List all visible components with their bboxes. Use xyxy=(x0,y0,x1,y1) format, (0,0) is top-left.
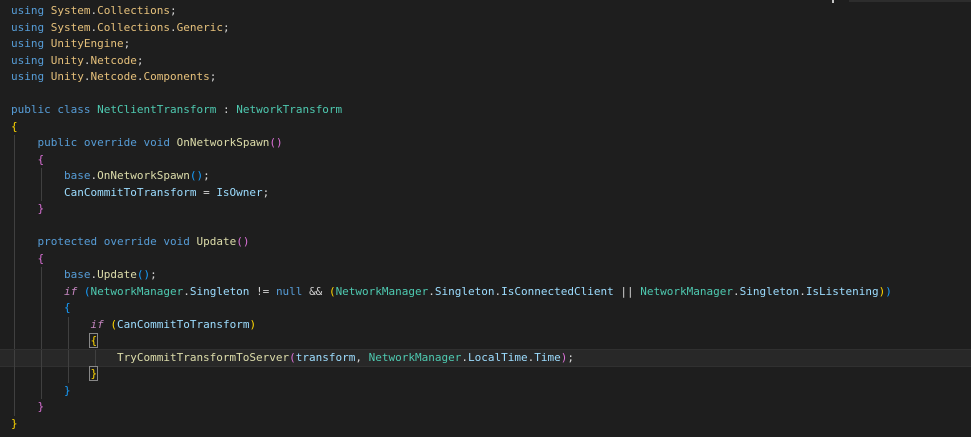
operator: != xyxy=(256,284,270,298)
code-line[interactable]: if (NetworkManager.Singleton != null && … xyxy=(11,283,971,300)
code-line[interactable] xyxy=(11,86,971,103)
code-line[interactable]: using System.Collections.Generic; xyxy=(11,20,971,37)
code-line[interactable]: { xyxy=(11,300,971,317)
type-name: NetworkManager xyxy=(640,284,733,298)
keyword: void xyxy=(143,136,170,149)
code-line[interactable]: if (CanCommitToTransform) xyxy=(11,316,971,333)
keyword: override xyxy=(103,235,157,248)
close-brace: } xyxy=(63,383,71,397)
namespace: Netcode xyxy=(90,53,137,67)
method-call: Update xyxy=(97,268,137,281)
open-brace: { xyxy=(89,333,99,348)
namespace: System xyxy=(50,4,91,17)
keyword: using xyxy=(11,70,45,83)
method-name: Update xyxy=(196,235,237,248)
keyword: base xyxy=(63,268,91,281)
keyword: protected xyxy=(37,235,98,248)
class-name: NetClientTransform xyxy=(97,103,217,116)
namespace: Collections xyxy=(97,20,170,34)
code-line[interactable]: using Unity.Netcode.Components; xyxy=(11,69,971,86)
code-line[interactable]: } xyxy=(11,382,971,399)
method-name: OnNetworkSpawn xyxy=(176,136,270,149)
namespace: Unity xyxy=(50,70,84,83)
code-lines[interactable]: using System.Collections; using System.C… xyxy=(0,3,971,433)
keyword: base xyxy=(63,169,91,182)
code-line[interactable]: base.Update(); xyxy=(11,267,971,284)
namespace: System xyxy=(50,20,91,34)
keyword: void xyxy=(163,235,190,248)
code-line[interactable]: protected override void Update() xyxy=(11,234,971,251)
keyword: null xyxy=(275,284,303,298)
property: Singleton xyxy=(434,284,495,298)
code-line[interactable]: public override void OnNetworkSpawn() xyxy=(11,135,971,152)
method-call: OnNetworkSpawn xyxy=(97,169,190,182)
code-line[interactable]: using UnityEngine; xyxy=(11,36,971,53)
property: LocalTime xyxy=(467,350,528,364)
code-line[interactable] xyxy=(11,217,971,234)
namespace: Components xyxy=(143,70,210,83)
base-class-name: NetworkTransform xyxy=(236,103,343,116)
property: Singleton xyxy=(739,284,800,298)
keyword: if xyxy=(63,284,78,298)
property: Singleton xyxy=(189,284,250,298)
namespace: Unity xyxy=(50,53,84,67)
keyword: using xyxy=(11,4,45,17)
keyword: if xyxy=(90,317,104,331)
keyword: public xyxy=(11,103,51,116)
keyword: override xyxy=(83,136,137,149)
keyword: using xyxy=(11,20,45,34)
open-brace: { xyxy=(37,152,45,166)
keyword: using xyxy=(11,37,45,50)
keyword: public xyxy=(37,136,78,149)
keyword: using xyxy=(11,53,45,67)
close-brace: } xyxy=(11,416,18,430)
type-name: NetworkManager xyxy=(90,284,184,298)
code-line[interactable]: public class NetClientTransform : Networ… xyxy=(11,102,971,119)
code-line[interactable]: CanCommitToTransform = IsOwner; xyxy=(11,184,971,201)
code-line[interactable]: using System.Collections; xyxy=(11,3,971,20)
property: IsConnectedClient xyxy=(501,284,614,298)
method-call: TryCommitTransformToServer xyxy=(116,350,290,364)
inherit-colon: : xyxy=(222,103,230,116)
code-line[interactable]: } xyxy=(11,399,971,416)
namespace: Collections xyxy=(97,4,170,17)
code-line-current[interactable]: TryCommitTransformToServer(transform, Ne… xyxy=(0,348,971,367)
close-brace: } xyxy=(37,202,45,215)
code-line[interactable]: } xyxy=(11,366,971,383)
property: Time xyxy=(534,350,561,364)
namespace: UnityEngine xyxy=(50,37,124,50)
namespace: Generic xyxy=(176,20,223,34)
code-editor[interactable]: using System.Collections; using System.C… xyxy=(0,0,971,437)
code-line[interactable]: } xyxy=(11,416,971,433)
property: IsOwner xyxy=(216,185,263,199)
property: CanCommitToTransform xyxy=(63,185,197,199)
property: IsListening xyxy=(805,284,879,298)
open-brace: { xyxy=(63,301,71,314)
code-line[interactable]: { xyxy=(11,119,971,136)
open-brace: { xyxy=(11,119,18,133)
operator: = xyxy=(203,185,210,199)
open-brace: { xyxy=(37,251,45,265)
operator: && xyxy=(309,284,323,298)
type-name: NetworkManager xyxy=(335,284,429,298)
property: CanCommitToTransform xyxy=(116,317,250,331)
code-line[interactable]: } xyxy=(11,201,971,218)
argument: transform xyxy=(295,350,356,364)
code-line[interactable]: base.OnNetworkSpawn(); xyxy=(11,168,971,185)
operator: || xyxy=(620,284,634,298)
code-line[interactable]: { xyxy=(11,333,971,350)
keyword: class xyxy=(57,103,91,116)
close-brace: } xyxy=(89,366,99,381)
editor-top-strip xyxy=(849,0,971,2)
code-line[interactable]: { xyxy=(11,250,971,267)
namespace: Netcode xyxy=(90,70,137,83)
type-name: NetworkManager xyxy=(368,350,462,364)
code-line[interactable]: { xyxy=(11,151,971,168)
code-line[interactable]: using Unity.Netcode; xyxy=(11,53,971,70)
close-brace: } xyxy=(37,400,45,413)
